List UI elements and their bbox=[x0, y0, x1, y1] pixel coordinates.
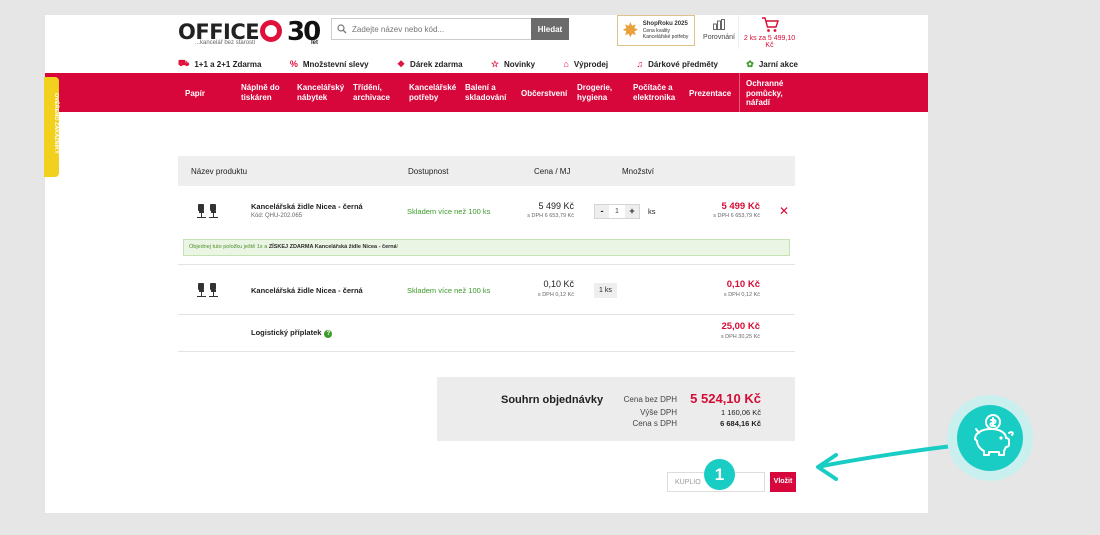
arrow-icon bbox=[816, 444, 954, 481]
piggy-bank-icon bbox=[957, 405, 1023, 471]
